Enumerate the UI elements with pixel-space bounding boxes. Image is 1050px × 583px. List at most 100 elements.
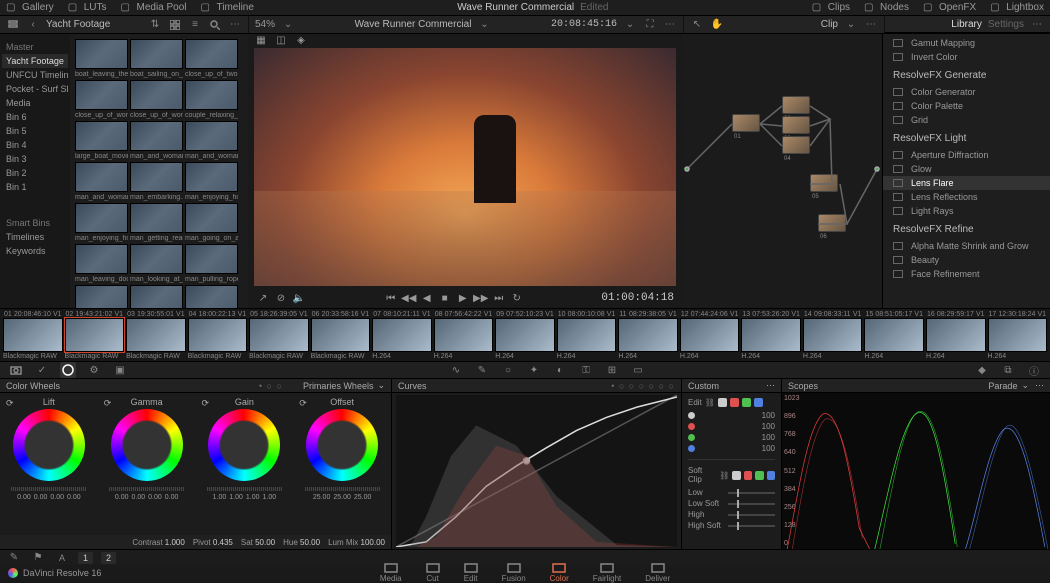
clip-thumbnail[interactable]: man_looking_at_... bbox=[130, 244, 183, 283]
softclip-lum[interactable] bbox=[732, 471, 740, 480]
timeline-thumb[interactable]: 1008:00:10:08V1H.264 bbox=[557, 311, 617, 359]
blur-icon[interactable]: ◐ bbox=[552, 362, 568, 378]
color-wheel-lift[interactable]: ⟳Lift0.000.000.000.00 bbox=[0, 393, 98, 535]
timeline-thumb[interactable]: 1712:30:18:24V1H.264 bbox=[988, 311, 1048, 359]
curve-editor[interactable] bbox=[396, 395, 677, 547]
clip-thumbnail[interactable]: boat_leaving_the... bbox=[75, 39, 128, 78]
zoom-level[interactable]: 54% bbox=[255, 19, 275, 30]
nodes-button[interactable]: ▢Nodes bbox=[864, 2, 909, 14]
clip-dropdown-icon[interactable]: ⌄ bbox=[477, 18, 491, 32]
timeline-thumb[interactable]: 1608:29:59:17V1H.264 bbox=[926, 311, 986, 359]
highlight-icon[interactable]: ◈ bbox=[294, 33, 308, 47]
param-lummix[interactable]: Lum Mix 100.00 bbox=[328, 538, 385, 547]
parade-scope[interactable]: 10238967686405123842561280 bbox=[782, 393, 1050, 549]
split-screen-icon[interactable]: ◫ bbox=[274, 33, 288, 47]
hand-tool-icon[interactable]: ✋ bbox=[710, 18, 724, 32]
image-wipe-icon[interactable]: ▦ bbox=[254, 33, 268, 47]
window-icon[interactable]: ○ bbox=[500, 362, 516, 378]
node-mode[interactable]: Clip bbox=[821, 19, 838, 30]
timeline-button[interactable]: ▢Timeline bbox=[201, 2, 254, 14]
channel-intensity[interactable]: 100 bbox=[688, 433, 775, 442]
clip-thumbnail[interactable]: man_enjoying_his... bbox=[185, 162, 238, 201]
keyframes-icon[interactable]: ◆ bbox=[974, 362, 990, 378]
bin-item[interactable]: Yacht Footage bbox=[2, 54, 68, 68]
auto-balance-icon[interactable]: A bbox=[54, 550, 70, 566]
channel-lum[interactable] bbox=[718, 398, 727, 407]
unmix-icon[interactable]: ⊘ bbox=[274, 291, 288, 305]
info-icon[interactable]: ⓘ bbox=[1026, 362, 1042, 378]
smart-bin-item[interactable]: Timelines bbox=[2, 230, 68, 244]
audio-icon[interactable]: 🔈 bbox=[292, 291, 306, 305]
eyedropper-icon[interactable]: ✎ bbox=[6, 550, 22, 566]
lightbox-button[interactable]: ▢Lightbox bbox=[990, 2, 1044, 14]
library-item[interactable]: Lens Flare bbox=[883, 176, 1050, 190]
timeline-thumb[interactable]: 0620:33:58:16V1Blackmagic RAW bbox=[311, 311, 371, 359]
link-icon[interactable]: ⛓ bbox=[705, 397, 715, 407]
expand-icon[interactable]: ⛶ bbox=[643, 18, 657, 32]
next-frame-button[interactable]: ▶▶ bbox=[474, 291, 488, 305]
tab-settings[interactable]: Settings bbox=[988, 19, 1024, 30]
loop-button[interactable]: ↻ bbox=[510, 291, 524, 305]
softclip-low[interactable]: Low bbox=[688, 488, 775, 497]
clip-thumbnail[interactable]: close_up_of_wom... bbox=[75, 80, 128, 119]
viewer-options-icon[interactable]: ⋯ bbox=[663, 18, 677, 32]
bin-item[interactable]: Bin 4 bbox=[2, 138, 68, 152]
library-item[interactable]: Lens Reflections bbox=[883, 190, 1050, 204]
pointer-tool-icon[interactable]: ↖ bbox=[690, 18, 704, 32]
channel-blue[interactable] bbox=[754, 398, 763, 407]
library-item[interactable]: Color Generator bbox=[883, 85, 1050, 99]
library-item[interactable]: Gamut Mapping bbox=[883, 36, 1050, 50]
motion-effects-icon[interactable]: ▣ bbox=[112, 362, 128, 378]
node-graph[interactable]: 01 02 03 04 05 06 bbox=[682, 34, 882, 308]
bin-item[interactable]: Media bbox=[2, 96, 68, 110]
channel-red[interactable] bbox=[730, 398, 739, 407]
tracker-icon[interactable]: ✦ bbox=[526, 362, 542, 378]
softclip-blue[interactable] bbox=[767, 471, 775, 480]
page-edit[interactable]: Edit bbox=[464, 563, 478, 583]
smart-bin-item[interactable]: Keywords bbox=[2, 244, 68, 258]
clip-thumbnail[interactable]: man_going_on_a... bbox=[185, 203, 238, 242]
timeline-thumb[interactable]: 0418:00:22:13V1Blackmagic RAW bbox=[188, 311, 248, 359]
clip-thumbnail[interactable]: boat_sailing_on_t... bbox=[130, 39, 183, 78]
list-view-icon[interactable] bbox=[6, 18, 20, 32]
custom-options-icon[interactable]: ⋯ bbox=[766, 380, 775, 391]
rgb-mixer-icon[interactable]: ⚙ bbox=[86, 362, 102, 378]
flag-icon[interactable]: ⚑ bbox=[30, 550, 46, 566]
source-timecode[interactable]: 20:08:45:16 bbox=[551, 19, 617, 30]
param-pivot[interactable]: Pivot 0.435 bbox=[193, 538, 233, 547]
version-2[interactable]: 2 bbox=[101, 552, 116, 564]
gallery-button[interactable]: ▢Gallery bbox=[6, 2, 54, 14]
channel-intensity[interactable]: 100 bbox=[688, 444, 775, 453]
timeline-thumb[interactable]: 0219:43:21:02V1Blackmagic RAW bbox=[65, 311, 125, 359]
timeline-thumb[interactable]: 0319:30:55:01V1Blackmagic RAW bbox=[126, 311, 186, 359]
clip-thumbnail[interactable]: man_enjoying_his... bbox=[75, 203, 128, 242]
qualifier-icon[interactable]: ✎ bbox=[474, 362, 490, 378]
version-1[interactable]: 1 bbox=[78, 552, 93, 564]
viewer-image[interactable] bbox=[254, 48, 676, 286]
bin-item[interactable]: Bin 2 bbox=[2, 166, 68, 180]
softclip-green[interactable] bbox=[755, 471, 763, 480]
breadcrumb[interactable]: Yacht Footage bbox=[46, 19, 110, 30]
timeline-thumb[interactable]: 0807:56:42:22V1H.264 bbox=[434, 311, 494, 359]
timeline-thumb[interactable]: 1508:51:05:17V1H.264 bbox=[864, 311, 924, 359]
clip-thumbnail[interactable]: close_up_of_two... bbox=[185, 39, 238, 78]
curves-mode-dots[interactable]: • ○ ○ ○ ○ ○ ○ bbox=[611, 381, 675, 391]
sizing-icon[interactable]: ⊞ bbox=[604, 362, 620, 378]
sort-icon[interactable]: ⇅ bbox=[148, 18, 162, 32]
scopes-icon[interactable]: ⧉ bbox=[1000, 362, 1016, 378]
page-deliver[interactable]: Deliver bbox=[645, 563, 670, 583]
param-sat[interactable]: Sat 50.00 bbox=[241, 538, 275, 547]
clip-thumbnail[interactable]: close_up_of_wom... bbox=[130, 80, 183, 119]
timeline-thumb[interactable]: 1307:53:26:20V1H.264 bbox=[741, 311, 801, 359]
scopes-options-icon[interactable]: ⋯ bbox=[1035, 380, 1044, 391]
camera-raw-icon[interactable] bbox=[8, 362, 24, 378]
clips-button[interactable]: ▢Clips bbox=[812, 2, 850, 14]
node-options-icon[interactable]: ⋯ bbox=[864, 18, 878, 32]
softclip-high[interactable]: High bbox=[688, 510, 775, 519]
key-icon[interactable]: ⚿ bbox=[578, 362, 594, 378]
bin-item[interactable]: Bin 1 bbox=[2, 180, 68, 194]
library-item[interactable]: Beauty bbox=[883, 253, 1050, 267]
stop-button[interactable]: ■ bbox=[438, 291, 452, 305]
color-wheel-gain[interactable]: ⟳Gain1.001.001.001.00 bbox=[196, 393, 294, 535]
picker-icon[interactable]: ↗ bbox=[256, 291, 270, 305]
